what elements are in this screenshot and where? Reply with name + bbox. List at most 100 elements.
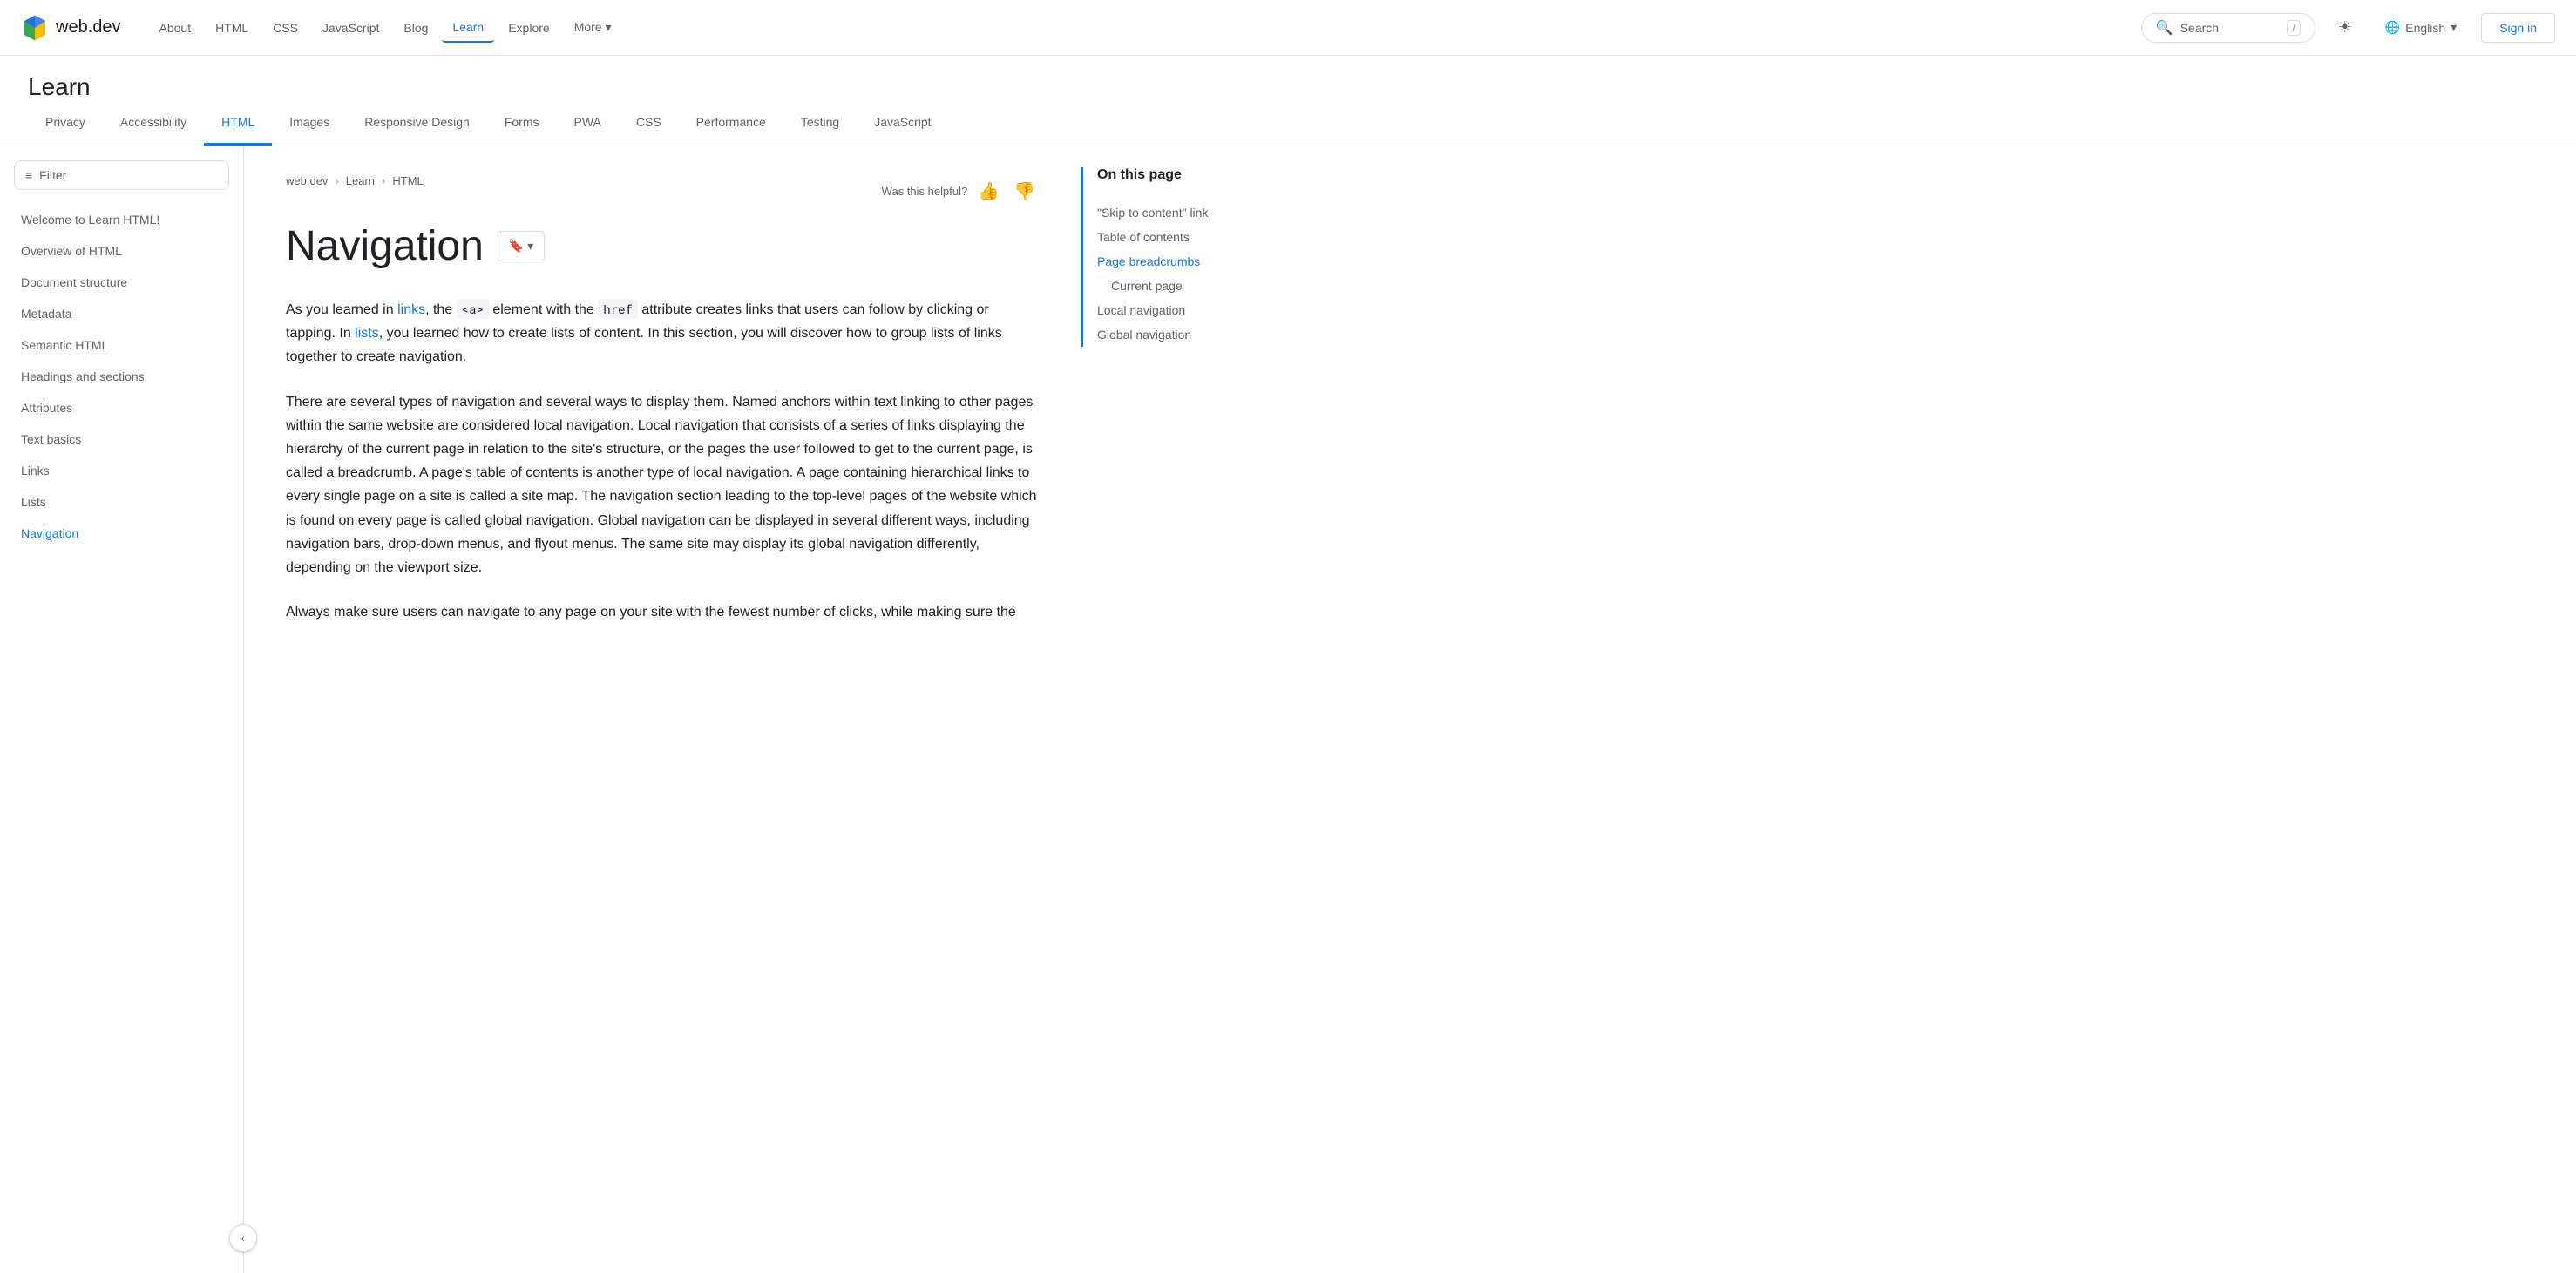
toc-link-breadcrumbs[interactable]: Page breadcrumbs (1097, 254, 1307, 268)
toc-link-local[interactable]: Local navigation (1097, 303, 1307, 317)
sun-icon: ☀ (2338, 18, 2352, 37)
nav-blog[interactable]: Blog (393, 14, 438, 42)
tab-performance[interactable]: Performance (679, 101, 783, 146)
page-title-row: Navigation 🔖 ▾ (286, 222, 1039, 270)
search-placeholder: Search (2180, 21, 2281, 35)
on-this-page-section: On this page "Skip to content" link Tabl… (1081, 167, 1307, 347)
breadcrumb-webdev[interactable]: web.dev (286, 174, 328, 187)
toc-item-global: Global navigation (1097, 322, 1307, 347)
helpful-label: Was this helpful? (882, 185, 968, 198)
tab-forms[interactable]: Forms (487, 101, 557, 146)
nav-explore[interactable]: Explore (498, 14, 559, 42)
sidebar-item-attributes[interactable]: Attributes (0, 392, 243, 423)
tab-javascript[interactable]: JavaScript (857, 101, 948, 146)
sidebar-item-overview[interactable]: Overview of HTML (0, 235, 243, 267)
search-icon: 🔍 (2156, 19, 2173, 37)
toc-link-skip[interactable]: "Skip to content" link (1097, 206, 1307, 220)
sidebar-item-welcome[interactable]: Welcome to Learn HTML! (0, 204, 243, 235)
nav-links: About HTML CSS JavaScript Blog Learn Exp… (149, 13, 2141, 43)
breadcrumb-sep-2: › (382, 174, 385, 187)
nav-learn[interactable]: Learn (442, 13, 494, 43)
sidebar-item-metadata[interactable]: Metadata (0, 298, 243, 329)
nav-html[interactable]: HTML (205, 14, 259, 42)
nav-javascript[interactable]: JavaScript (312, 14, 390, 42)
breadcrumb: web.dev › Learn › HTML (286, 174, 424, 187)
code-href: href (598, 299, 638, 319)
tab-accessibility[interactable]: Accessibility (103, 101, 204, 146)
nav-css[interactable]: CSS (262, 14, 308, 42)
language-label: English (2405, 21, 2445, 35)
thumbs-up-button[interactable]: 👍 (974, 177, 1003, 206)
sidebar: ≡ Filter Welcome to Learn HTML! Overview… (0, 146, 244, 1273)
breadcrumb-html[interactable]: HTML (392, 174, 423, 187)
language-button[interactable]: 🌐 English ▾ (2375, 15, 2467, 40)
filter-icon: ≡ (25, 168, 32, 182)
learn-header: Learn (28, 73, 2548, 101)
toc-link-current[interactable]: Current page (1111, 279, 1307, 293)
paragraph-2: There are several types of navigation an… (286, 390, 1039, 580)
code-a-tag: <a> (457, 299, 489, 319)
toc-item-current: Current page (1097, 274, 1307, 298)
search-box[interactable]: 🔍 Search / (2141, 13, 2315, 43)
logo-icon (21, 14, 49, 42)
bookmark-icon: 🔖 (509, 239, 524, 254)
sidebar-item-document[interactable]: Document structure (0, 267, 243, 298)
breadcrumb-sep-1: › (335, 174, 338, 187)
top-navigation: web.dev About HTML CSS JavaScript Blog L… (0, 0, 2576, 56)
category-tabs: Privacy Accessibility HTML Images Respon… (0, 101, 2576, 146)
tab-responsive-design[interactable]: Responsive Design (347, 101, 487, 146)
sidebar-item-headings[interactable]: Headings and sections (0, 361, 243, 392)
sign-in-button[interactable]: Sign in (2481, 13, 2555, 43)
nav-right-section: 🔍 Search / ☀ 🌐 English ▾ Sign in (2141, 12, 2555, 44)
thumbs-down-button[interactable]: 👎 (1010, 177, 1039, 206)
tab-css[interactable]: CSS (619, 101, 679, 146)
sidebar-item-text-basics[interactable]: Text basics (0, 423, 243, 455)
sidebar-collapse-button[interactable]: ‹ (229, 1224, 257, 1252)
tab-html[interactable]: HTML (204, 101, 272, 146)
lists-link[interactable]: lists (355, 326, 379, 341)
filter-bar[interactable]: ≡ Filter (14, 160, 229, 190)
paragraph-3: Always make sure users can navigate to a… (286, 600, 1039, 624)
toc-list: "Skip to content" link Table of contents… (1097, 200, 1307, 347)
breadcrumb-learn[interactable]: Learn (346, 174, 375, 187)
nav-more[interactable]: More ▾ (564, 13, 622, 42)
chevron-down-icon: ▾ (2451, 20, 2457, 35)
learn-header-section: Learn (0, 56, 2576, 101)
chevron-left-icon: ‹ (241, 1232, 245, 1244)
toc-item-skip: "Skip to content" link (1097, 200, 1307, 225)
tab-images[interactable]: Images (272, 101, 347, 146)
sidebar-item-navigation[interactable]: Navigation (0, 518, 243, 549)
toc-item-toc: Table of contents (1097, 225, 1307, 249)
main-layout: ≡ Filter Welcome to Learn HTML! Overview… (0, 146, 2576, 1273)
logo[interactable]: web.dev (21, 14, 121, 42)
content-body: As you learned in links, the <a> element… (286, 298, 1039, 624)
on-this-page-title: On this page (1097, 167, 1307, 183)
tab-pwa[interactable]: PWA (557, 101, 619, 146)
toc-item-breadcrumbs: Page breadcrumbs (1097, 249, 1307, 274)
search-shortcut: / (2287, 20, 2300, 36)
sidebar-nav: Welcome to Learn HTML! Overview of HTML … (0, 204, 243, 549)
sidebar-item-links[interactable]: Links (0, 455, 243, 486)
main-content: web.dev › Learn › HTML Was this helpful?… (244, 146, 1081, 1273)
toc-link-toc[interactable]: Table of contents (1097, 230, 1307, 244)
bookmark-button[interactable]: 🔖 ▾ (498, 231, 545, 261)
filter-label: Filter (39, 168, 66, 182)
helpful-section: Was this helpful? 👍 👎 (882, 177, 1039, 206)
nav-about[interactable]: About (149, 14, 202, 42)
toc-item-local: Local navigation (1097, 298, 1307, 322)
paragraph-1: As you learned in links, the <a> element… (286, 298, 1039, 369)
thumbs-up-icon: 👍 (978, 182, 1000, 201)
sidebar-item-semantic[interactable]: Semantic HTML (0, 329, 243, 361)
theme-toggle-button[interactable]: ☀ (2329, 12, 2361, 44)
toc-link-global[interactable]: Global navigation (1097, 328, 1307, 342)
sidebar-item-lists[interactable]: Lists (0, 486, 243, 518)
bookmark-chevron: ▾ (527, 239, 533, 254)
globe-icon: 🌐 (2385, 20, 2400, 35)
tab-privacy[interactable]: Privacy (28, 101, 103, 146)
tab-testing[interactable]: Testing (783, 101, 857, 146)
thumbs-down-icon: 👎 (1013, 182, 1035, 201)
logo-text: web.dev (56, 17, 121, 37)
page-title: Navigation (286, 222, 484, 270)
right-sidebar: On this page "Skip to content" link Tabl… (1081, 146, 1307, 1273)
links-link[interactable]: links (397, 302, 425, 317)
